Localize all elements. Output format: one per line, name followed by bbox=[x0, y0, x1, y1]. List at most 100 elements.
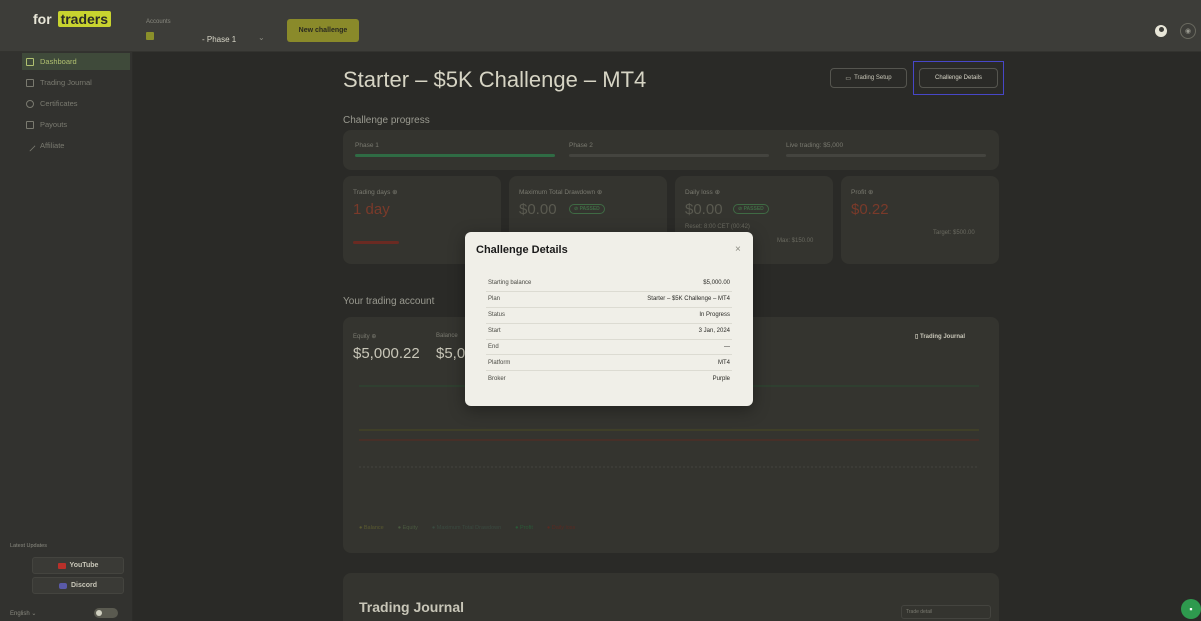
chart-legend: Balance Equity Maximum Total Drawdown Pr… bbox=[359, 525, 575, 531]
page-title: Starter – $5K Challenge – MT4 bbox=[343, 67, 647, 92]
detail-row-start: Start 3 Jan, 2024 bbox=[486, 324, 732, 340]
trading-journal-link[interactable]: ▯ Trading Journal bbox=[915, 333, 965, 340]
daily-reset-note: Reset: 8:00 CET (00:42) bbox=[685, 224, 750, 230]
detail-row-status: Status In Progress bbox=[486, 308, 732, 324]
sidebar-item-payouts[interactable]: Payouts bbox=[22, 116, 130, 133]
detail-value: Purple bbox=[712, 376, 730, 383]
detail-label: Starting balance bbox=[488, 280, 532, 287]
logo[interactable]: for traders bbox=[33, 11, 112, 27]
logo-prefix: for bbox=[33, 11, 52, 27]
theme-toggle[interactable] bbox=[94, 608, 118, 618]
avatar[interactable] bbox=[1153, 23, 1169, 39]
detail-value: $5,000.00 bbox=[703, 280, 730, 287]
trading-journal-title: Trading Journal bbox=[359, 599, 465, 615]
daily-loss-label: Daily loss ⊕ bbox=[685, 189, 721, 196]
grid-icon bbox=[26, 57, 34, 66]
trading-days-bar bbox=[353, 241, 399, 244]
phase-2-bar bbox=[569, 154, 769, 157]
detail-value: — bbox=[724, 344, 730, 350]
detail-row-end: End — bbox=[486, 340, 732, 356]
legend-equity: Equity bbox=[398, 525, 418, 531]
chevron-down-icon[interactable]: ⌄ bbox=[258, 33, 265, 42]
detail-row-platform: Platform MT4 bbox=[486, 355, 732, 372]
profit-card: Profit ⊕ $0.22 Target: $500.00 bbox=[841, 176, 999, 264]
detail-label: Broker bbox=[488, 376, 506, 383]
trading-days-value: 1 day bbox=[353, 201, 390, 218]
discord-label: Discord bbox=[70, 582, 98, 589]
daily-max-note: Max: $150.00 bbox=[777, 238, 814, 244]
detail-value: Starter – $5K Challenge – MT4 bbox=[647, 296, 730, 303]
max-drawdown-value: $0.00 bbox=[519, 201, 557, 218]
detail-row-starting-balance: Starting balance $5,000.00 bbox=[486, 276, 732, 292]
challenge-details-focus-ring: Challenge Details bbox=[913, 61, 1004, 95]
details-table: Starting balance $5,000.00 Plan Starter … bbox=[486, 276, 732, 387]
sidebar-item-label: Trading Journal bbox=[40, 78, 92, 87]
chat-button[interactable]: ▪ bbox=[1181, 599, 1201, 619]
live-trading-label: Live trading: $5,000 bbox=[786, 142, 844, 149]
trading-account-label: Your trading account bbox=[343, 296, 435, 307]
language-select[interactable]: English ⌄ bbox=[10, 610, 36, 617]
challenge-details-modal: Challenge Details × Starting balance $5,… bbox=[465, 232, 753, 406]
profit-label: Profit ⊕ bbox=[851, 189, 874, 196]
sidebar-item-label: Dashboard bbox=[40, 57, 77, 66]
discord-icon bbox=[58, 582, 67, 589]
new-challenge-button[interactable]: New challenge bbox=[287, 19, 359, 42]
max-drawdown-label: Maximum Total Drawdown ⊕ bbox=[519, 189, 603, 196]
monitor-icon: ▭ bbox=[845, 75, 852, 82]
challenge-details-button[interactable]: Challenge Details bbox=[919, 68, 998, 88]
profit-target-note: Target: $500.00 bbox=[933, 230, 975, 236]
detail-row-plan: Plan Starter – $5K Challenge – MT4 bbox=[486, 292, 732, 308]
trading-journal-card: Trading Journal Trade detail bbox=[343, 573, 999, 621]
sidebar-item-trading-journal[interactable]: Trading Journal bbox=[22, 74, 130, 91]
discord-button[interactable]: Discord bbox=[32, 577, 124, 594]
sidebar: Dashboard Trading Journal Certificates P… bbox=[0, 52, 133, 621]
sidebar-item-dashboard[interactable]: Dashboard bbox=[22, 53, 130, 70]
sidebar-item-label: Payouts bbox=[40, 120, 68, 129]
account-phase-select[interactable]: - Phase 1 bbox=[202, 35, 236, 44]
balance-label: Balance bbox=[436, 333, 458, 339]
link-icon bbox=[24, 139, 36, 152]
challenge-progress-card: Phase 1 Phase 2 Live trading: $5,000 bbox=[343, 130, 999, 170]
youtube-icon bbox=[57, 562, 66, 569]
balance-value: $5,0 bbox=[436, 345, 466, 362]
passed-badge: ⊘ PASSED bbox=[569, 204, 605, 214]
trading-setup-label: Trading Setup bbox=[854, 75, 892, 81]
phase-1-label: Phase 1 bbox=[355, 142, 379, 149]
profit-value: $0.22 bbox=[851, 201, 889, 218]
passed-badge: ⊘ PASSED bbox=[733, 204, 769, 214]
trading-journal-link-label: Trading Journal bbox=[919, 334, 965, 340]
detail-label: Start bbox=[488, 328, 501, 335]
youtube-button[interactable]: YouTube bbox=[32, 557, 124, 574]
modal-title: Challenge Details bbox=[476, 244, 568, 256]
detail-label: Plan bbox=[488, 296, 501, 303]
book-icon: ▯ bbox=[915, 334, 919, 340]
youtube-label: YouTube bbox=[69, 562, 99, 569]
sidebar-item-label: Certificates bbox=[40, 99, 78, 108]
sidebar-item-label: Affiliate bbox=[40, 141, 65, 150]
trading-days-label: Trading days ⊕ bbox=[353, 189, 398, 196]
logo-box: traders bbox=[57, 11, 112, 27]
detail-value: 3 Jan, 2024 bbox=[698, 328, 730, 335]
detail-value: MT4 bbox=[718, 359, 730, 366]
legend-daily-loss: Daily loss bbox=[547, 525, 576, 531]
close-icon[interactable]: × bbox=[735, 244, 741, 255]
sidebar-item-affiliate[interactable]: Affiliate bbox=[22, 137, 130, 154]
trade-detail-field[interactable]: Trade detail bbox=[901, 605, 991, 619]
detail-label: Platform bbox=[488, 359, 511, 366]
bell-icon[interactable]: ◉ bbox=[1180, 23, 1196, 39]
detail-row-broker: Broker Purple bbox=[486, 371, 732, 387]
account-chip-icon bbox=[146, 32, 154, 40]
detail-value: In Progress bbox=[699, 312, 730, 319]
accounts-label: Accounts bbox=[146, 19, 171, 25]
book-icon bbox=[26, 78, 34, 87]
topbar: for traders Accounts - Phase 1 ⌄ New cha… bbox=[0, 0, 1201, 52]
equity-label: Equity ⊕ bbox=[353, 334, 377, 340]
certificate-icon bbox=[26, 99, 34, 108]
legend-balance: Balance bbox=[359, 525, 384, 531]
daily-loss-value: $0.00 bbox=[685, 201, 723, 218]
sidebar-item-certificates[interactable]: Certificates bbox=[22, 95, 130, 112]
trading-setup-button[interactable]: ▭ Trading Setup bbox=[830, 68, 907, 88]
updates-label: Latest Updates bbox=[10, 543, 47, 549]
detail-label: End bbox=[488, 344, 499, 350]
detail-label: Status bbox=[488, 312, 506, 319]
